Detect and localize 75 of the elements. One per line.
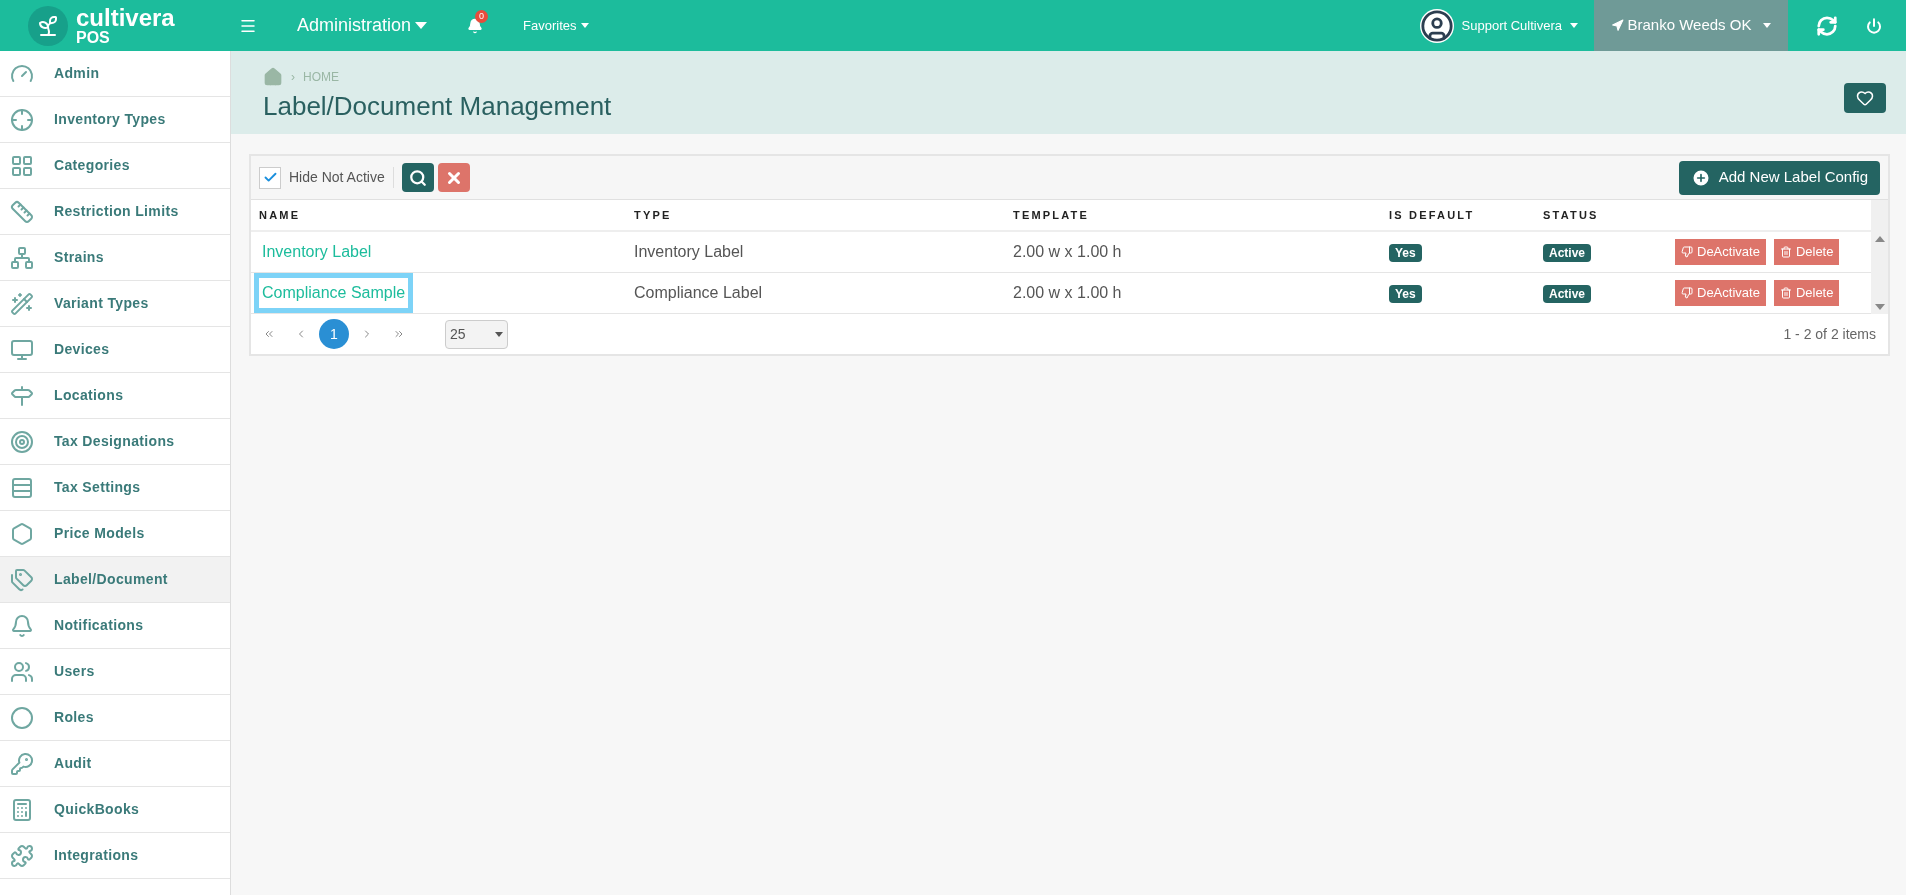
key-icon xyxy=(10,751,34,776)
ruler-icon xyxy=(10,199,34,224)
default-badge: Yes xyxy=(1389,285,1422,303)
search-button[interactable] xyxy=(401,163,434,192)
table-cell: Inventory Label xyxy=(626,231,1005,273)
caret-icon xyxy=(1570,23,1578,28)
sidebar-item[interactable]: Label/Document xyxy=(0,557,230,603)
deactivate-button[interactable]: DeActivate xyxy=(1675,239,1766,265)
caret-icon xyxy=(495,331,503,337)
column-header: NAME xyxy=(251,200,626,231)
scroll-up-icon[interactable] xyxy=(1874,236,1885,242)
filter-label: Hide Not Active xyxy=(289,167,394,188)
grid-icon xyxy=(10,153,34,178)
signpost-icon xyxy=(10,383,34,408)
home-icon[interactable] xyxy=(263,67,283,87)
wand-icon xyxy=(10,291,34,316)
hexagon-icon xyxy=(10,521,34,546)
rows-icon xyxy=(10,475,34,500)
last-page-icon[interactable] xyxy=(393,328,405,340)
users-icon xyxy=(10,659,34,684)
page-button[interactable]: 1 xyxy=(319,319,349,349)
caret-icon xyxy=(415,22,428,29)
table-cell: 2.00 w x 1.00 h xyxy=(1005,231,1381,273)
refresh-icon[interactable] xyxy=(1816,14,1838,37)
notifications-icon[interactable] xyxy=(467,17,484,34)
scrollbar[interactable] xyxy=(1871,200,1888,314)
column-header: TYPE xyxy=(626,200,1005,231)
avatar-icon xyxy=(1419,8,1454,43)
monitor-icon xyxy=(10,337,34,362)
trash-icon xyxy=(1779,287,1792,299)
check-icon xyxy=(262,170,278,185)
circle-icon xyxy=(10,705,34,730)
crosshair-icon xyxy=(10,107,34,132)
plus-icon xyxy=(1690,167,1711,188)
logo-name: cultivera xyxy=(76,5,175,30)
column-header: IS DEFAULT xyxy=(1381,200,1535,231)
scroll-down-icon[interactable] xyxy=(1874,304,1885,310)
puzzle-icon xyxy=(10,843,34,868)
caret-icon xyxy=(1763,23,1772,28)
search-icon xyxy=(408,168,427,187)
thumbs-down-icon xyxy=(1681,246,1693,258)
table-cell: 2.00 w x 1.00 h xyxy=(1005,272,1381,314)
notification-count: 0 xyxy=(475,9,489,23)
power-icon[interactable] xyxy=(1866,17,1882,34)
breadcrumb-separator: › xyxy=(291,69,295,86)
column-header: TEMPLATE xyxy=(1005,200,1381,231)
first-page-icon[interactable] xyxy=(263,328,275,340)
calculator-icon xyxy=(10,797,34,822)
status-badge: Active xyxy=(1543,285,1592,303)
add-config-button[interactable]: Add New Label Config xyxy=(1678,160,1880,195)
heart-icon xyxy=(1856,89,1874,107)
delete-button[interactable]: Delete xyxy=(1773,280,1840,306)
page-title: Label/Document Management xyxy=(263,90,612,123)
location-menu[interactable]: Branko Weeds OK xyxy=(1594,0,1788,51)
filter-checkbox[interactable] xyxy=(259,166,281,189)
hierarchy-icon xyxy=(10,245,34,270)
page-size-select[interactable]: 25 xyxy=(445,319,508,349)
location-arrow-icon xyxy=(1610,19,1624,32)
delete-button[interactable]: Delete xyxy=(1773,239,1840,265)
clear-button[interactable] xyxy=(437,163,470,192)
pager-summary: 1 - 2 of 2 items xyxy=(1783,324,1876,344)
table-cell: Compliance Label xyxy=(626,272,1005,314)
thumbs-down-icon xyxy=(1681,287,1693,299)
target-icon xyxy=(10,429,34,454)
logo-subtitle: POS xyxy=(76,29,111,46)
favorite-button[interactable] xyxy=(1844,83,1886,113)
column-header: STATUS xyxy=(1535,200,1675,231)
bell-icon xyxy=(10,613,34,638)
status-badge: Active xyxy=(1543,244,1592,262)
trash-icon xyxy=(1779,246,1792,258)
default-badge: Yes xyxy=(1389,244,1422,262)
deactivate-button[interactable]: DeActivate xyxy=(1675,280,1766,306)
tags-icon xyxy=(10,567,34,592)
logo-icon xyxy=(28,5,68,46)
caret-icon xyxy=(580,23,589,28)
